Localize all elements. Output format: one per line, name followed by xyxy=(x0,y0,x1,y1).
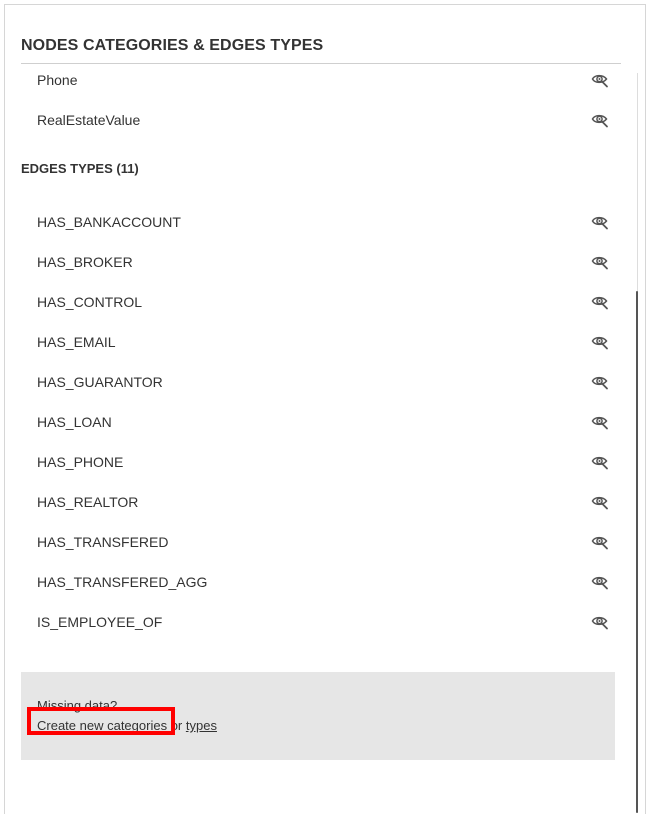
list-item-edge-type: HAS_REALTOR xyxy=(21,490,615,530)
eye-icon[interactable] xyxy=(591,533,609,551)
list-item-node-category: Phone xyxy=(21,68,615,108)
edge-type-label: HAS_BROKER xyxy=(37,254,133,270)
create-new-prefix: Create new xyxy=(37,718,108,733)
create-types-link[interactable]: types xyxy=(186,718,217,733)
list-item-edge-type: IS_EMPLOYEE_OF xyxy=(21,610,615,650)
list-item-edge-type: HAS_PHONE xyxy=(21,450,615,490)
list-item-edge-type: HAS_LOAN xyxy=(21,410,615,450)
edge-type-label: HAS_LOAN xyxy=(37,414,112,430)
eye-icon[interactable] xyxy=(591,613,609,631)
edge-type-label: HAS_TRANSFERED xyxy=(37,534,169,550)
scrollbar[interactable] xyxy=(634,73,642,813)
node-category-label: RealEstateValue xyxy=(37,112,141,128)
eye-icon[interactable] xyxy=(591,111,609,129)
panel-title: NODES CATEGORIES & EDGES TYPES xyxy=(21,37,324,54)
edge-type-label: HAS_REALTOR xyxy=(37,494,139,510)
eye-icon[interactable] xyxy=(591,413,609,431)
list-item-edge-type: HAS_CONTROL xyxy=(21,290,615,330)
edges-types-heading: EDGES TYPES (11) xyxy=(21,161,139,176)
missing-data-question: Missing data? xyxy=(37,698,118,713)
list-item-edge-type: HAS_EMAIL xyxy=(21,330,615,370)
eye-icon[interactable] xyxy=(591,253,609,271)
edge-type-label: HAS_PHONE xyxy=(37,454,124,470)
edge-type-label: HAS_TRANSFERED_AGG xyxy=(37,574,208,590)
eye-icon[interactable] xyxy=(591,373,609,391)
list-item-edge-type: HAS_BANKACCOUNT xyxy=(21,210,615,250)
node-category-label: Phone xyxy=(37,72,78,88)
edge-type-label: HAS_GUARANTOR xyxy=(37,374,163,390)
list-item-edge-type: HAS_TRANSFERED_AGG xyxy=(21,570,615,610)
edge-type-label: IS_EMPLOYEE_OF xyxy=(37,614,163,630)
missing-data-box: Missing data? Create new categories or t… xyxy=(21,672,615,760)
list-item-edge-type: HAS_GUARANTOR xyxy=(21,370,615,410)
eye-icon[interactable] xyxy=(591,453,609,471)
create-new-line: Create new categories or types xyxy=(37,718,217,733)
eye-icon[interactable] xyxy=(591,293,609,311)
create-new-connector: or xyxy=(167,718,186,733)
edge-type-label: HAS_BANKACCOUNT xyxy=(37,214,181,230)
eye-icon[interactable] xyxy=(591,573,609,591)
list-item-edge-type: HAS_TRANSFERED xyxy=(21,530,615,570)
create-categories-link[interactable]: categories xyxy=(107,718,167,733)
eye-icon[interactable] xyxy=(591,333,609,351)
edge-type-label: HAS_CONTROL xyxy=(37,294,143,310)
eye-icon[interactable] xyxy=(591,71,609,89)
eye-icon[interactable] xyxy=(591,213,609,231)
list-item-node-category: RealEstateValue xyxy=(21,108,615,148)
categories-types-panel: NODES CATEGORIES & EDGES TYPES Phone Rea… xyxy=(4,4,646,814)
eye-icon[interactable] xyxy=(591,493,609,511)
list-item-edge-type: HAS_BROKER xyxy=(21,250,615,290)
edge-type-label: HAS_EMAIL xyxy=(37,334,116,350)
scrollbar-thumb[interactable] xyxy=(636,291,638,813)
